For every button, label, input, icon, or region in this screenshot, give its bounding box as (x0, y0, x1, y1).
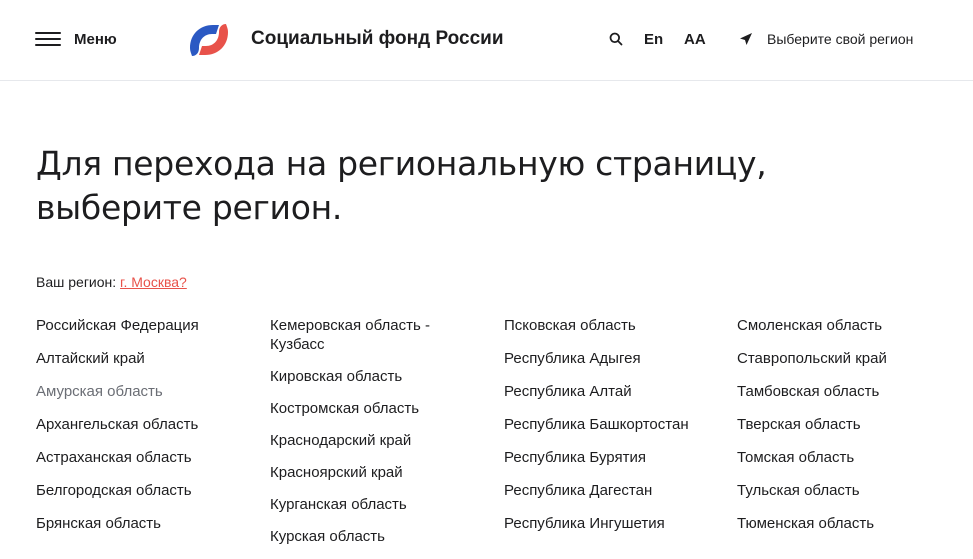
region-link[interactable]: Белгородская область (36, 481, 256, 500)
region-column-4: Смоленская область Ставропольский край Т… (737, 316, 957, 547)
hamburger-icon (35, 31, 61, 47)
region-link[interactable]: Тверская область (737, 415, 957, 434)
region-link[interactable]: Тамбовская область (737, 382, 957, 401)
region-link[interactable]: Республика Адыгея (504, 349, 724, 368)
brand-name[interactable]: Социальный фонд России (251, 28, 504, 50)
region-link[interactable]: Астраханская область (36, 448, 256, 467)
region-select-button[interactable]: Выберите свой регион (739, 28, 913, 50)
region-link[interactable]: Смоленская область (737, 316, 957, 335)
region-link[interactable]: Ставропольский край (737, 349, 957, 368)
region-link[interactable]: Кемеровская область - Кузбасс (270, 316, 470, 354)
region-link[interactable]: Псковская область (504, 316, 724, 335)
region-link[interactable]: Тульская область (737, 481, 957, 500)
region-column-1: Российская Федерация Алтайский край Амур… (36, 316, 256, 547)
region-link[interactable]: Краснодарский край (270, 431, 470, 450)
region-link[interactable]: Курская область (270, 527, 470, 546)
region-link[interactable]: Республика Бурятия (504, 448, 724, 467)
region-link[interactable]: Республика Ингушетия (504, 514, 724, 533)
location-arrow-icon (740, 33, 752, 45)
region-link[interactable]: Тюменская область (737, 514, 957, 533)
site-header: Меню Социальный фонд России En AA Выбери… (0, 0, 973, 81)
region-link[interactable]: Костромская область (270, 399, 470, 418)
region-link[interactable]: Красноярский край (270, 463, 470, 482)
page-title: Для перехода на региональную страницу, в… (36, 144, 767, 227)
region-link[interactable]: Курганская область (270, 495, 470, 514)
region-link[interactable]: Амурская область (36, 382, 256, 401)
region-link[interactable]: Томская область (737, 448, 957, 467)
region-select-label: Выберите свой регион (767, 31, 914, 47)
search-icon[interactable] (609, 28, 625, 50)
font-size-toggle[interactable]: AA (684, 28, 706, 50)
region-link[interactable]: Алтайский край (36, 349, 256, 368)
your-region-link[interactable]: г. Москва? (120, 274, 187, 290)
region-link[interactable]: Республика Башкортостан (504, 415, 724, 434)
sfr-logo-icon[interactable] (186, 22, 232, 58)
region-column-3: Псковская область Республика Адыгея Респ… (504, 316, 724, 547)
region-link[interactable]: Брянская область (36, 514, 256, 533)
your-region: Ваш регион: г. Москва? (36, 274, 187, 290)
region-link[interactable]: Республика Алтай (504, 382, 724, 401)
menu-label: Меню (74, 30, 117, 48)
region-link[interactable]: Российская Федерация (36, 316, 256, 335)
region-link[interactable]: Архангельская область (36, 415, 256, 434)
language-switch[interactable]: En (644, 28, 663, 50)
your-region-label: Ваш регион: (36, 274, 121, 290)
menu-button[interactable]: Меню (35, 28, 117, 50)
region-column-2: Кемеровская область - Кузбасс Кировская … (270, 316, 470, 559)
region-link[interactable]: Республика Дагестан (504, 481, 724, 500)
region-link[interactable]: Кировская область (270, 367, 470, 386)
